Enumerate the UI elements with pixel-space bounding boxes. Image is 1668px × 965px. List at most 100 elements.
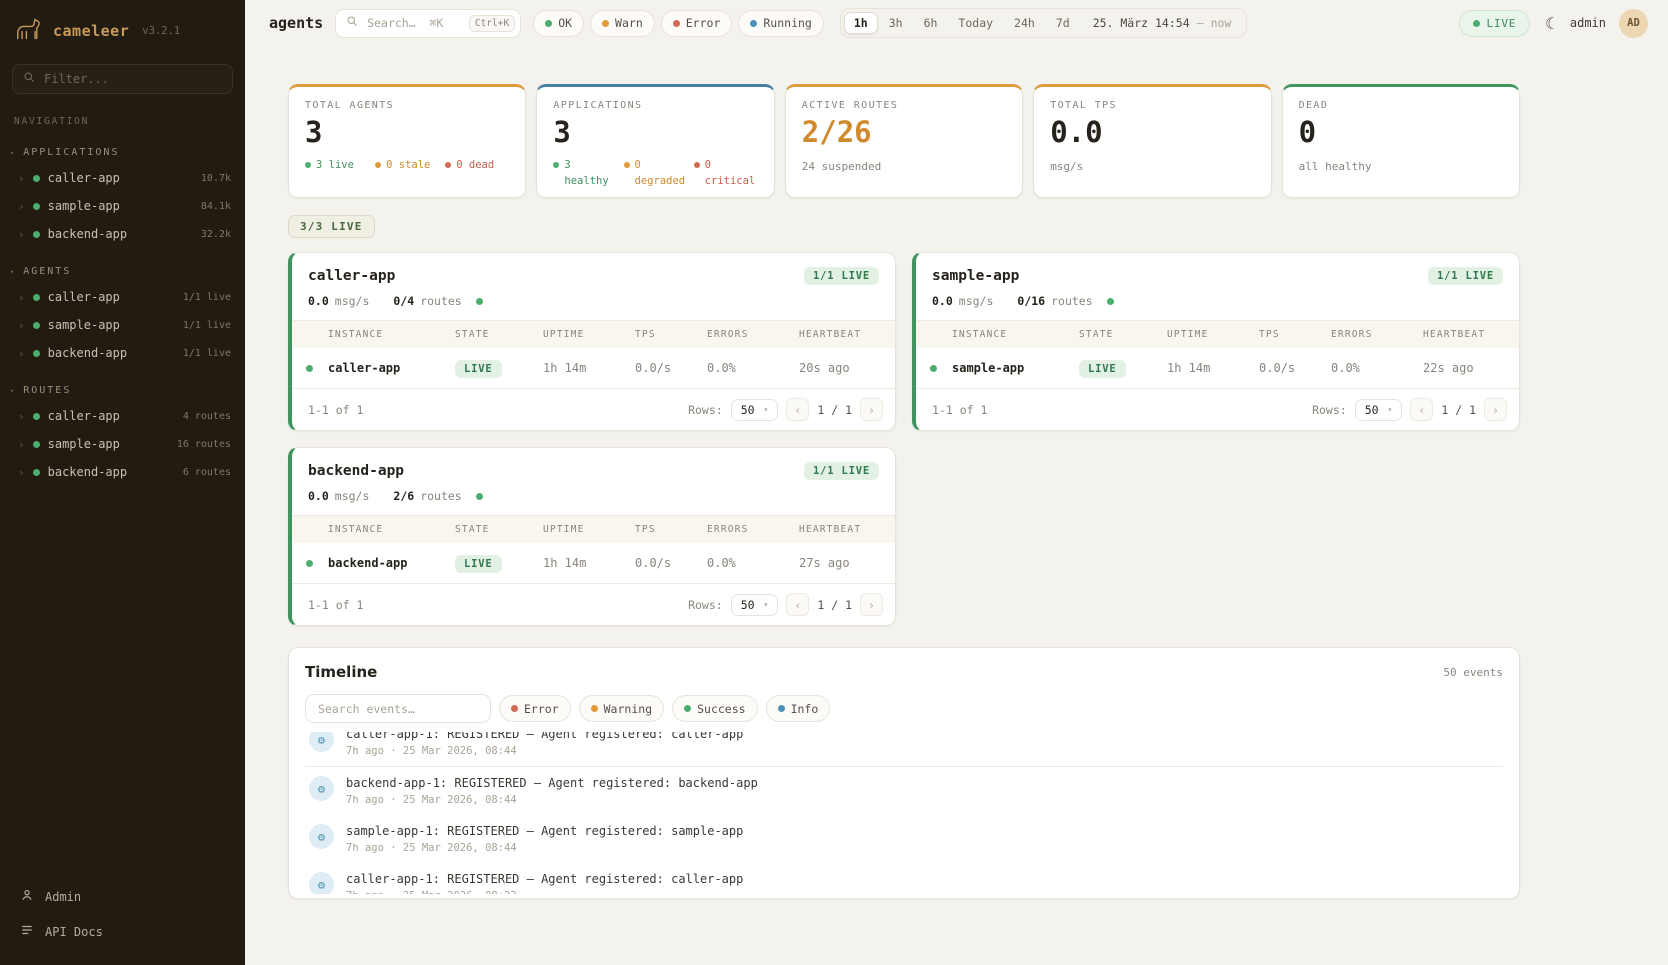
section-header-routes[interactable]: ▾ ROUTES [0, 381, 245, 402]
timeline-event[interactable]: ⚙ caller-app-1: REGISTERED — Agent regis… [305, 732, 1503, 767]
filter-chip-running[interactable]: Running [738, 10, 823, 37]
filter-chip-warn[interactable]: Warn [590, 10, 655, 37]
ok-dot [33, 441, 40, 448]
instance-tps: 0.0/s [627, 543, 699, 584]
next-page-button[interactable]: › [1484, 398, 1507, 421]
live-count-badge: 1/1 LIVE [1428, 267, 1503, 285]
sidebar-item-routes-caller-app[interactable]: › caller-app 4 routes [0, 402, 245, 430]
warn-dot [624, 162, 630, 168]
timeline-event-list[interactable]: ⚙ caller-app-1: REGISTERED — Agent regis… [305, 732, 1503, 894]
chip-label: OK [558, 16, 572, 30]
state-badge: LIVE [455, 555, 502, 573]
rows-per-page-select[interactable]: 50 ▾ [731, 594, 779, 616]
sidebar-item-agents-sample-app[interactable]: › sample-app 1/1 live [0, 311, 245, 339]
warn-dot [602, 20, 609, 27]
global-search-input[interactable] [365, 15, 462, 31]
sidebar-section-agents: ▾ AGENTS › caller-app 1/1 live › sample-… [0, 262, 245, 367]
time-range-datetime: 25. März 14:54 — now [1081, 16, 1244, 30]
chevron-left-icon: ‹ [1418, 403, 1425, 417]
live-summary-badge: 3/3 LIVE [288, 215, 375, 238]
routes-value: 2/6 [393, 489, 414, 503]
timeline-event[interactable]: ⚙ backend-app-1: REGISTERED — Agent regi… [305, 767, 1503, 815]
instance-row[interactable]: caller-app LIVE 1h 14m 0.0/s 0.0% 20s ag… [292, 348, 895, 389]
event-time: 7h ago · 25 Mar 2026, 08:44 [346, 745, 743, 757]
prev-page-button[interactable]: ‹ [1410, 398, 1433, 421]
next-page-button[interactable]: › [860, 593, 883, 616]
sidebar-item-agents-caller-app[interactable]: › caller-app 1/1 live [0, 283, 245, 311]
instance-table: INSTANCE STATE UPTIME TPS ERRORS HEARTBE… [916, 321, 1519, 389]
table-footer: 1-1 of 1 Rows: 50 ▾ ‹ 1 / 1 › [292, 389, 895, 430]
column-header: STATE [1071, 321, 1159, 348]
sidebar-filter-input[interactable] [42, 71, 222, 87]
topbar: agents Ctrl+K OK Warn Error Ru [245, 0, 1668, 46]
ok-dot [33, 322, 40, 329]
filter-chip-error[interactable]: Error [661, 10, 733, 37]
instance-heartbeat: 22s ago [1415, 348, 1519, 389]
sidebar-item-badge: 1/1 live [183, 348, 231, 359]
instance-row[interactable]: backend-app LIVE 1h 14m 0.0/s 0.0% 27s a… [292, 543, 895, 584]
sidebar-filter[interactable] [12, 64, 233, 94]
sidebar-item-agents-backend-app[interactable]: › backend-app 1/1 live [0, 339, 245, 367]
column-header: STATE [447, 516, 535, 543]
sidebar-apidocs-link[interactable]: API Docs [0, 914, 245, 949]
time-range-3h[interactable]: 3h [879, 12, 913, 34]
global-search[interactable]: Ctrl+K [335, 9, 521, 38]
timeline-search-input[interactable] [316, 701, 485, 717]
sidebar-item-routes-backend-app[interactable]: › backend-app 6 routes [0, 458, 245, 486]
stat-text: 0 dead [456, 158, 494, 174]
timeline-filter-info[interactable]: Info [766, 695, 831, 722]
prev-page-button[interactable]: ‹ [786, 593, 809, 616]
sidebar-item-routes-sample-app[interactable]: › sample-app 16 routes [0, 430, 245, 458]
table-footer: 1-1 of 1 Rows: 50 ▾ ‹ 1 / 1 › [292, 584, 895, 625]
chevron-right-icon: › [18, 292, 25, 303]
timeline-filter-warning[interactable]: Warning [579, 695, 664, 722]
column-header: STATE [447, 321, 535, 348]
chip-label: Success [697, 702, 745, 716]
time-range-today[interactable]: Today [948, 12, 1003, 34]
avatar[interactable]: AD [1619, 9, 1648, 38]
app-card-backend-app: backend-app 1/1 LIVE 0.0 msg/s 2/6 route… [288, 447, 896, 626]
warn-dot [591, 705, 598, 712]
chip-label: Error [524, 702, 559, 716]
stat-text: 0 critical [705, 158, 758, 190]
filter-chip-ok[interactable]: OK [533, 10, 584, 37]
instance-tps: 0.0/s [1251, 348, 1323, 389]
content: TOTAL AGENTS 3 3 live 0 stale 0 dead APP… [245, 46, 1668, 965]
ok-dot [545, 20, 552, 27]
instance-uptime: 1h 14m [535, 543, 627, 584]
event-title: caller-app-1: REGISTERED — Agent registe… [346, 872, 743, 886]
page-indicator: 1 / 1 [817, 598, 852, 612]
rows-per-page-select[interactable]: 50 ▾ [1355, 399, 1403, 421]
section-header-applications[interactable]: ▾ APPLICATIONS [0, 143, 245, 164]
section-header-agents[interactable]: ▾ AGENTS [0, 262, 245, 283]
timeline-search[interactable] [305, 694, 491, 723]
sidebar-item-applications-backend-app[interactable]: › backend-app 32.2k [0, 220, 245, 248]
time-range-6h[interactable]: 6h [914, 12, 948, 34]
range-dash: — [1197, 16, 1204, 30]
prev-page-button[interactable]: ‹ [786, 398, 809, 421]
rows-per-page-select[interactable]: 50 ▾ [731, 399, 779, 421]
live-status-badge[interactable]: LIVE [1459, 10, 1531, 37]
next-page-button[interactable]: › [860, 398, 883, 421]
sidebar-item-label: backend-app [48, 465, 127, 479]
ok-dot [553, 162, 559, 168]
chevron-down-icon: ▾ [764, 600, 769, 609]
event-title: sample-app-1: REGISTERED — Agent registe… [346, 824, 743, 838]
timeline-filter-error[interactable]: Error [499, 695, 571, 722]
sidebar-item-applications-caller-app[interactable]: › caller-app 10.7k [0, 164, 245, 192]
instance-row[interactable]: sample-app LIVE 1h 14m 0.0/s 0.0% 22s ag… [916, 348, 1519, 389]
card-subtext: 24 suspended [802, 160, 1006, 173]
timeline-filter-success[interactable]: Success [672, 695, 757, 722]
time-range-7d[interactable]: 7d [1046, 12, 1080, 34]
ok-dot [684, 705, 691, 712]
time-range-24h[interactable]: 24h [1004, 12, 1045, 34]
state-badge: LIVE [1079, 360, 1126, 378]
person-icon [20, 888, 34, 905]
timeline-event[interactable]: ⚙ sample-app-1: REGISTERED — Agent regis… [305, 815, 1503, 863]
time-range-1h[interactable]: 1h [844, 12, 878, 34]
theme-toggle[interactable]: ☾ [1543, 14, 1557, 33]
timeline-event[interactable]: ⚙ caller-app-1: REGISTERED — Agent regis… [305, 863, 1503, 894]
sidebar-admin-link[interactable]: Admin [0, 879, 245, 914]
sidebar-item-applications-sample-app[interactable]: › sample-app 84.1k [0, 192, 245, 220]
timeline-header: Timeline 50 events [305, 663, 1503, 681]
